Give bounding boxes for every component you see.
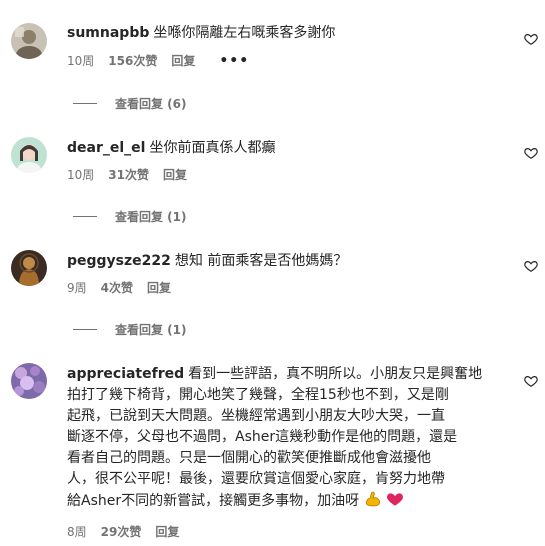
reply-button[interactable]: 回复 <box>155 524 179 540</box>
comment-text: dear_el_el 坐你前面真係人都癲 <box>67 140 276 156</box>
comment-text: sumnapbb 坐喺你隔離左右嘅乘客多謝你 <box>67 25 336 41</box>
view-replies-button[interactable]: 查看回复 (6) <box>73 95 187 112</box>
comment-text-line-last: 給Asher不同的新嘗試，接觸更多事物，加油呀 <box>67 490 512 515</box>
like-count[interactable]: 156次赞 <box>108 53 157 69</box>
like-heart-icon[interactable] <box>524 32 538 46</box>
username[interactable]: sumnapbb <box>67 25 149 41</box>
more-options-icon[interactable]: ••• <box>219 54 249 68</box>
divider-line <box>73 103 97 104</box>
like-count[interactable]: 31次赞 <box>108 167 149 183</box>
comment-age[interactable]: 10周 <box>67 167 94 183</box>
reply-button[interactable]: 回复 <box>163 167 187 183</box>
comment-text: peggysze222 想知 前面乘客是否他媽媽？ <box>67 253 348 269</box>
view-replies-button[interactable]: 查看回复 (1) <box>73 321 187 338</box>
comment-text-line: 起飛，已說到天大問題。坐機經常遇到小朋友大吵大哭，一直 <box>67 408 445 424</box>
comment-text-line: 看者自己的問題。只是一個開心的歡笑便推斷成他會滋擾他 <box>67 450 431 466</box>
red-heart-emoji <box>386 490 404 515</box>
avatar[interactable] <box>11 250 47 286</box>
comment-age[interactable]: 8周 <box>67 524 87 540</box>
divider-line <box>73 216 97 217</box>
comment-meta: 10周 156次赞 回复 ••• <box>67 53 512 69</box>
flexed-biceps-emoji <box>364 490 382 515</box>
reply-button[interactable]: 回复 <box>147 280 171 296</box>
username[interactable]: dear_el_el <box>67 140 145 156</box>
comment-text-line: 拍打了幾下椅背，開心地笑了幾聲，全程15秒也不到，又是剛 <box>67 387 449 403</box>
username[interactable]: appreciatefred <box>67 366 184 382</box>
like-heart-icon[interactable] <box>524 259 538 273</box>
divider-line <box>73 329 97 330</box>
like-heart-icon[interactable] <box>524 146 538 160</box>
comment-meta: 10周 31次赞 回复 <box>67 167 512 183</box>
comment-text: appreciatefred 看到一些評語，真不明所以。小朋友只是興奮地 <box>67 366 483 382</box>
like-count[interactable]: 29次赞 <box>101 524 142 540</box>
avatar[interactable] <box>11 137 47 173</box>
avatar[interactable] <box>11 363 47 399</box>
comment-text-line: 斷逐不停，父母也不過問，Asher這幾秒動作是他的問題，還是 <box>67 429 458 445</box>
username[interactable]: peggysze222 <box>67 253 171 269</box>
comment-age[interactable]: 9周 <box>67 280 87 296</box>
comments-panel: sumnapbb 坐喺你隔離左右嘅乘客多謝你 10周 156次赞 回复 ••• 查… <box>0 0 545 546</box>
comment-age[interactable]: 10周 <box>67 53 94 69</box>
like-heart-icon[interactable] <box>524 374 538 388</box>
avatar[interactable] <box>11 23 47 59</box>
view-replies-button[interactable]: 查看回复 (1) <box>73 208 187 225</box>
comment-text-line: 人，很不公平呢！最後，還要欣賞這個愛心家庭，肯努力地帶 <box>67 471 445 487</box>
reply-button[interactable]: 回复 <box>171 53 195 69</box>
comment-meta: 8周 29次赞 回复 <box>67 524 512 540</box>
like-count[interactable]: 4次赞 <box>101 280 133 296</box>
comment-meta: 9周 4次赞 回复 <box>67 280 512 296</box>
